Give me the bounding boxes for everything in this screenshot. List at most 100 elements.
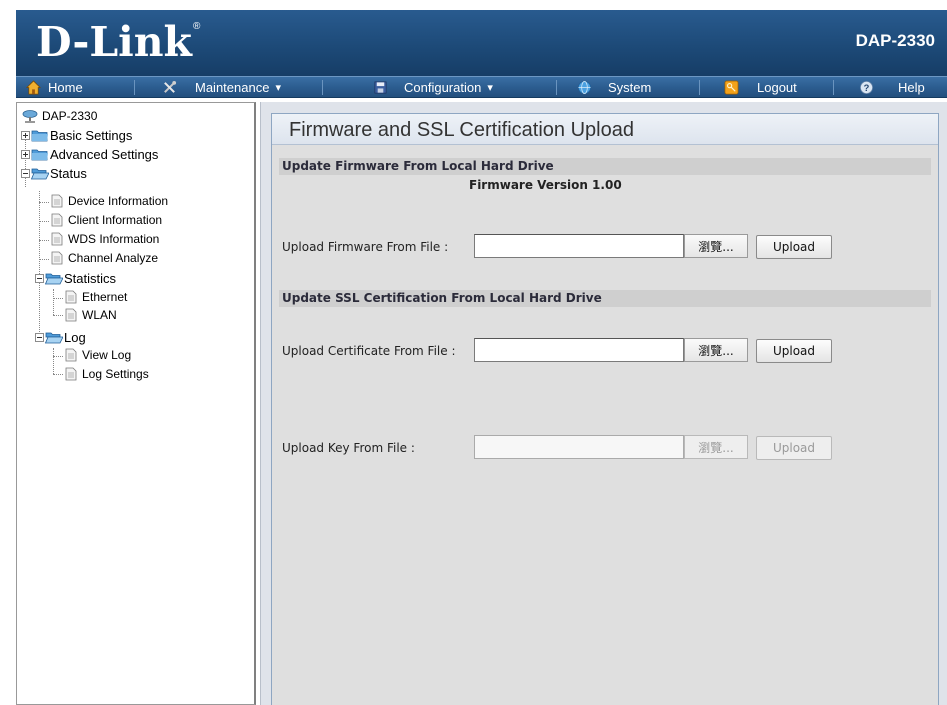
tree-connector: [39, 259, 49, 260]
logo-registered-mark: ®: [192, 21, 201, 32]
menu-maintenance[interactable]: Maintenance ▾: [162, 77, 281, 98]
menu-configuration[interactable]: Configuration ▾: [373, 77, 493, 98]
collapse-icon[interactable]: [21, 169, 30, 178]
key-browse-button: 瀏覽...: [684, 435, 748, 459]
page-title-bar: Firmware and SSL Certification Upload: [272, 114, 938, 145]
tree-item-device-information[interactable]: Device Information: [51, 194, 168, 208]
certificate-upload-button[interactable]: Upload: [756, 339, 832, 363]
navigation-tree: DAP-2330 Basic Settings Advanced Setting…: [16, 102, 256, 705]
key-upload-label: Upload Key From File :: [282, 441, 415, 455]
tree-connector: [53, 315, 63, 316]
tree-connector: [53, 348, 54, 374]
tree-item-view-log[interactable]: View Log: [65, 348, 131, 362]
tools-icon: [164, 80, 177, 93]
menu-separator: [322, 80, 323, 95]
dlink-logo: D-Link®: [36, 22, 200, 63]
firmware-file-field[interactable]: [474, 234, 684, 258]
expand-icon[interactable]: [21, 131, 30, 140]
open-folder-icon: [45, 332, 63, 344]
menu-maintenance-label: Maintenance: [195, 80, 270, 95]
tree-root-device[interactable]: DAP-2330: [21, 108, 97, 124]
tree-item-log-settings[interactable]: Log Settings: [65, 367, 149, 381]
tree-item-basic-settings[interactable]: Basic Settings: [21, 128, 132, 143]
page-icon: [65, 367, 77, 381]
tree-item-label: Basic Settings: [50, 128, 133, 143]
tree-item-advanced-settings[interactable]: Advanced Settings: [21, 147, 158, 162]
model-name: DAP-2330: [855, 31, 935, 50]
collapse-icon[interactable]: [35, 333, 44, 342]
home-icon: [26, 80, 41, 95]
menu-system[interactable]: System: [577, 77, 651, 98]
key-upload-button: Upload: [756, 436, 832, 460]
chevron-down-icon: ▾: [487, 82, 493, 94]
help-icon: ?: [860, 81, 873, 94]
certificate-browse-button[interactable]: 瀏覽...: [684, 338, 748, 362]
tree-connector: [53, 289, 54, 315]
router-icon: [22, 110, 38, 123]
logo-text: D-Link: [36, 18, 192, 66]
header-banner: D-Link® DAP-2330: [16, 10, 947, 76]
expand-icon[interactable]: [21, 150, 30, 159]
firmware-upload-label: Upload Firmware From File :: [282, 240, 449, 254]
folder-icon: [31, 149, 48, 161]
tree-item-label: WDS Information: [68, 232, 160, 246]
firmware-browse-button[interactable]: 瀏覽...: [684, 234, 748, 258]
page-icon: [51, 213, 63, 227]
main-content-frame: Firmware and SSL Certification Upload Up…: [260, 102, 947, 705]
page-icon: [51, 194, 63, 208]
tree-connector: [39, 221, 49, 222]
page-icon: [65, 308, 77, 322]
page-icon: [65, 290, 77, 304]
tree-item-ethernet[interactable]: Ethernet: [65, 290, 127, 304]
tree-item-label: Log: [64, 330, 86, 345]
key-icon: [724, 80, 739, 95]
open-folder-icon: [45, 273, 63, 285]
firmware-section-heading: Update Firmware From Local Hard Drive: [279, 158, 931, 175]
menu-help-label: Help: [898, 80, 925, 95]
top-menu-bar: Home Maintenance ▾ Configuration ▾ Syste…: [16, 76, 947, 98]
tree-item-label: Status: [50, 166, 87, 181]
tree-item-label: View Log: [82, 348, 132, 362]
key-file-field: [474, 435, 684, 459]
tree-item-client-information[interactable]: Client Information: [51, 213, 162, 227]
menu-home[interactable]: Home: [26, 77, 83, 98]
firmware-version: Firmware Version 1.00: [469, 178, 622, 192]
tree-connector: [39, 240, 49, 241]
tree-item-label: Ethernet: [82, 290, 128, 304]
open-folder-icon: [31, 168, 49, 180]
tree-item-status[interactable]: Status: [21, 166, 87, 181]
tree-item-wlan[interactable]: WLAN: [65, 308, 117, 322]
tree-item-log[interactable]: Log: [35, 330, 86, 345]
menu-help[interactable]: ? Help: [859, 77, 925, 98]
tree-item-label: Channel Analyze: [68, 251, 159, 265]
menu-separator: [134, 80, 135, 95]
menu-logout-label: Logout: [757, 80, 797, 95]
menu-separator: [556, 80, 557, 95]
collapse-icon[interactable]: [35, 274, 44, 283]
folder-icon: [31, 130, 48, 142]
tree-item-label: Statistics: [64, 271, 117, 286]
menu-logout[interactable]: Logout: [724, 77, 797, 98]
page-icon: [65, 348, 77, 362]
menu-home-label: Home: [48, 80, 83, 95]
menu-system-label: System: [608, 80, 652, 95]
certificate-file-field[interactable]: [474, 338, 684, 362]
tree-connector: [53, 298, 63, 299]
tree-connector: [53, 374, 63, 375]
page-icon: [51, 251, 63, 265]
tree-item-channel-analyze[interactable]: Channel Analyze: [51, 251, 158, 265]
tree-item-label: WLAN: [82, 308, 117, 322]
menu-separator: [833, 80, 834, 95]
certificate-upload-label: Upload Certificate From File :: [282, 344, 456, 358]
tree-item-label: Client Information: [68, 213, 163, 227]
tree-item-label: Advanced Settings: [50, 147, 159, 162]
page-title: Firmware and SSL Certification Upload: [289, 119, 634, 141]
tree-item-label: Log Settings: [82, 367, 149, 381]
ssl-section-heading: Update SSL Certification From Local Hard…: [279, 290, 931, 307]
page-icon: [51, 232, 63, 246]
tree-item-statistics[interactable]: Statistics: [35, 271, 116, 286]
tree-item-wds-information[interactable]: WDS Information: [51, 232, 159, 246]
svg-text:?: ?: [864, 83, 870, 93]
firmware-upload-button[interactable]: Upload: [756, 235, 832, 259]
menu-configuration-label: Configuration: [404, 80, 482, 95]
